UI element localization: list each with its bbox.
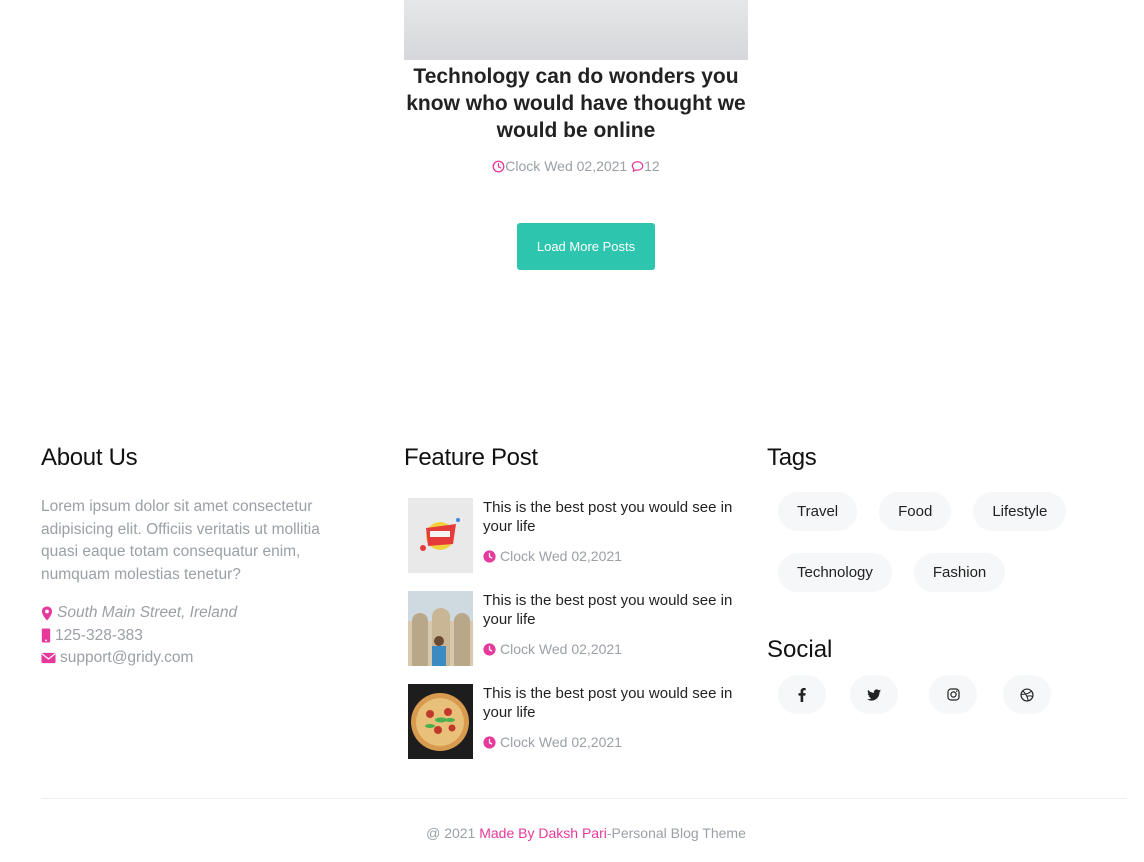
tag-fashion[interactable]: Fashion xyxy=(913,553,1006,592)
comment-icon xyxy=(631,161,644,172)
phone-line: 125-328-383 xyxy=(41,625,361,648)
feature-post-thumbnail[interactable] xyxy=(408,591,473,666)
post-date: Clock Wed 02,2021 xyxy=(505,158,628,174)
feature-post-section: Feature Post This is the best post you w… xyxy=(404,444,734,777)
tag-lifestyle[interactable]: Lifestyle xyxy=(973,492,1067,531)
email-text[interactable]: support@gridy.com xyxy=(60,647,193,670)
footer-divider xyxy=(41,798,1127,799)
feature-post-body: This is the best post you would see in y… xyxy=(483,684,733,777)
post-comment-count: 12 xyxy=(644,158,660,174)
twitter-icon xyxy=(867,688,881,701)
tags-section: Tags Travel Food Lifestyle Technology Fa… xyxy=(767,444,1097,592)
clock-icon xyxy=(483,549,496,563)
address-text: South Main Street, Ireland xyxy=(57,604,238,621)
tag-technology[interactable]: Technology xyxy=(778,553,892,592)
dribbble-button[interactable] xyxy=(1003,675,1051,714)
feature-post-meta: Clock Wed 02,2021 xyxy=(483,641,733,657)
clock-icon xyxy=(492,160,505,173)
envelope-icon xyxy=(41,653,56,664)
dribbble-icon xyxy=(1020,687,1034,702)
mobile-phone-icon xyxy=(41,628,51,643)
feature-post-thumbnail[interactable] xyxy=(408,684,473,759)
facebook-button[interactable] xyxy=(778,675,826,714)
feature-post-title[interactable]: This is the best post you would see in y… xyxy=(483,684,733,722)
copyright-year: @ 2021 xyxy=(426,825,476,841)
feature-post-item[interactable]: This is the best post you would see in y… xyxy=(404,498,734,591)
about-heading: About Us xyxy=(41,444,138,471)
feature-post-title[interactable]: This is the best post you would see in y… xyxy=(483,498,733,536)
feature-post-title[interactable]: This is the best post you would see in y… xyxy=(483,591,733,629)
tag-food[interactable]: Food xyxy=(879,492,952,531)
address-line: South Main Street, Ireland xyxy=(41,602,361,625)
load-more-button[interactable]: Load More Posts xyxy=(517,223,655,270)
feature-post-body: This is the best post you would see in y… xyxy=(483,591,733,684)
tag-travel[interactable]: Travel xyxy=(778,492,858,531)
copyright-suffix: -Personal Blog Theme xyxy=(606,825,746,841)
phone-text: 125-328-383 xyxy=(55,626,143,644)
clock-icon xyxy=(483,642,496,656)
feature-post-item[interactable]: This is the best post you would see in y… xyxy=(404,684,734,777)
feature-heading: Feature Post xyxy=(404,444,538,471)
feature-post-body: This is the best post you would see in y… xyxy=(483,498,733,591)
post-image[interactable] xyxy=(404,0,748,60)
feature-post-meta: Clock Wed 02,2021 xyxy=(483,548,733,564)
copyright: @ 2021 Made By Daksh Pari-Personal Blog … xyxy=(0,825,1144,841)
feature-post-date: Clock Wed 02,2021 xyxy=(500,734,622,750)
facebook-icon xyxy=(798,687,806,702)
social-heading: Social xyxy=(767,636,833,663)
feature-post-meta: Clock Wed 02,2021 xyxy=(483,734,733,750)
tags-heading: Tags xyxy=(767,444,817,471)
post-title[interactable]: Technology can do wonders you know who w… xyxy=(404,63,748,144)
instagram-button[interactable] xyxy=(929,675,977,714)
feature-post-item[interactable]: This is the best post you would see in y… xyxy=(404,591,734,684)
about-text: Lorem ipsum dolor sit amet consectetur a… xyxy=(41,498,320,583)
feature-post-date: Clock Wed 02,2021 xyxy=(500,548,622,564)
feature-post-thumbnail[interactable] xyxy=(408,498,473,573)
about-section: About Us Lorem ipsum dolor sit amet cons… xyxy=(41,444,361,670)
email-line: support@gridy.com xyxy=(41,647,361,670)
clock-icon xyxy=(483,735,496,749)
instagram-icon xyxy=(946,688,960,701)
twitter-button[interactable] xyxy=(850,675,898,714)
author-link[interactable]: Made By Daksh Pari xyxy=(479,825,607,841)
feature-post-list: This is the best post you would see in y… xyxy=(404,498,734,777)
contact-info: South Main Street, Ireland 125-328-383 s… xyxy=(41,602,361,670)
post-meta: Clock Wed 02,2021 12 xyxy=(404,157,748,175)
feature-post-date: Clock Wed 02,2021 xyxy=(500,641,622,657)
location-pin-icon xyxy=(41,606,53,621)
tag-list: Travel Food Lifestyle Technology Fashion xyxy=(778,492,1098,592)
